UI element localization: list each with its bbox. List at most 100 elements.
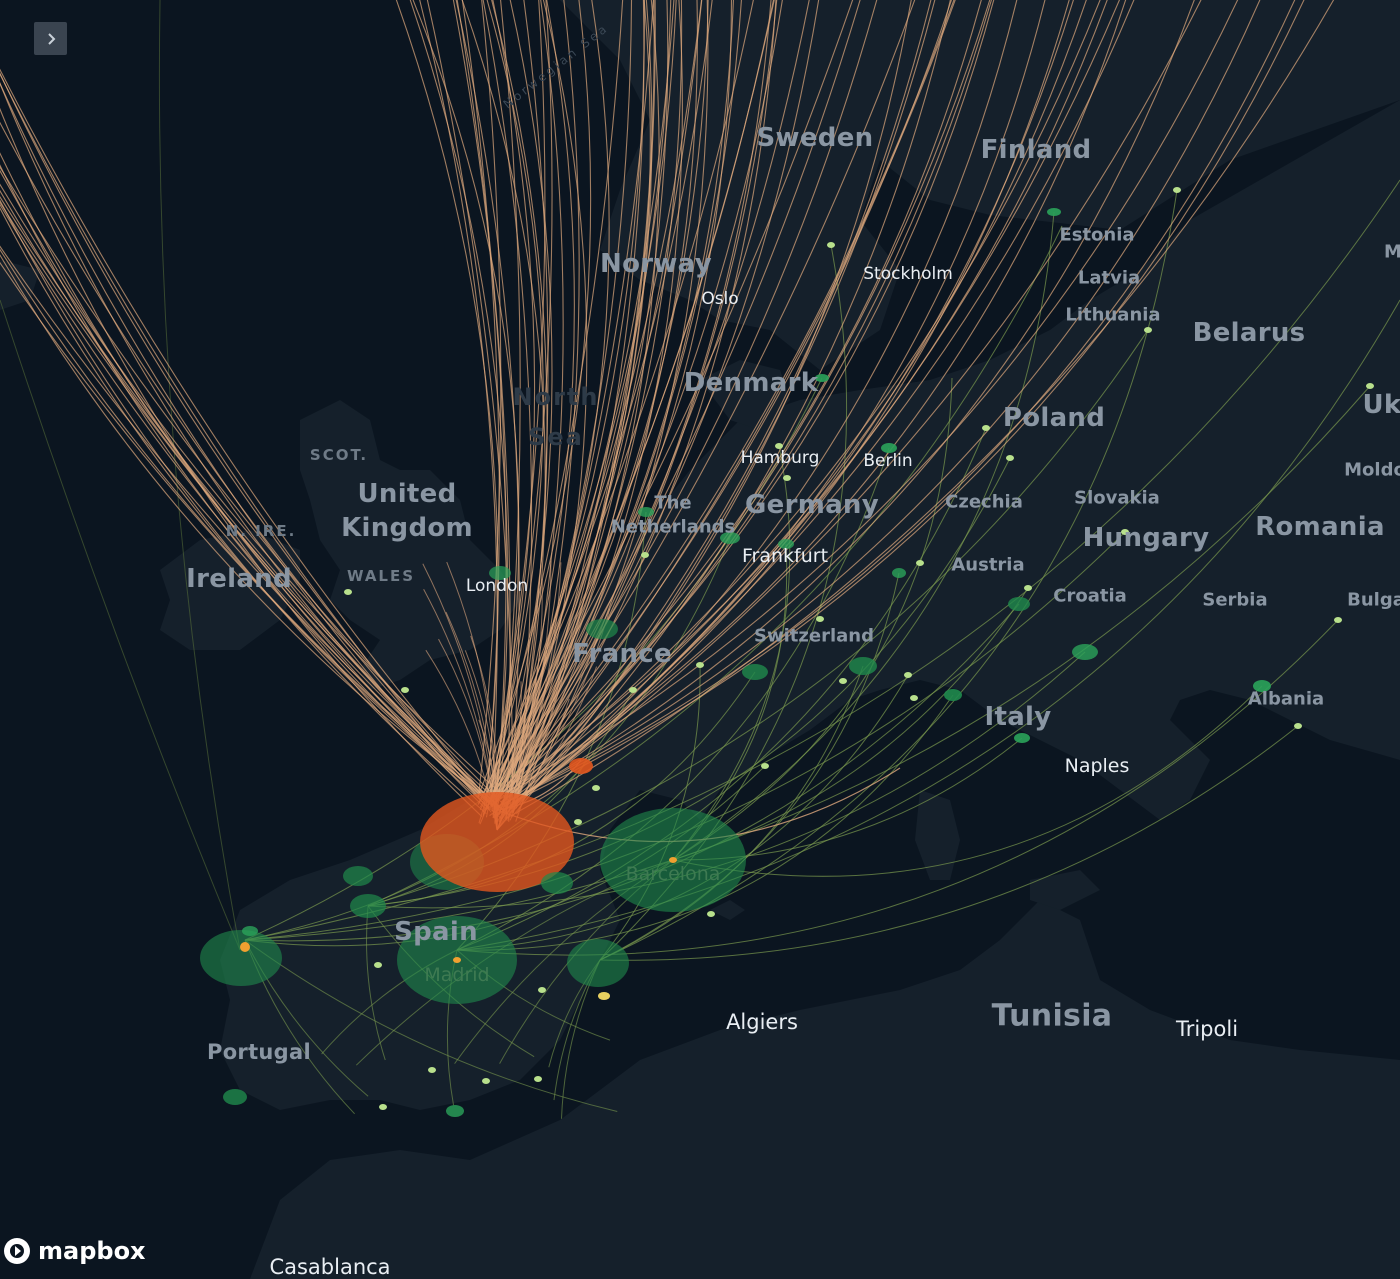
flow-arc-primary xyxy=(395,0,499,817)
node-milan xyxy=(944,689,962,701)
label-m-edge: M xyxy=(1384,241,1400,263)
label-berlin: Berlin xyxy=(863,451,913,471)
label-madrid: Madrid xyxy=(424,964,490,986)
flow-endpoint-dot xyxy=(374,962,382,968)
label-switzerland: Switzerland xyxy=(754,625,874,647)
mapbox-attribution[interactable]: mapbox xyxy=(2,1236,146,1266)
chevron-right-icon xyxy=(47,32,55,45)
label-london: London xyxy=(465,576,529,596)
label-moldova: Moldo xyxy=(1344,459,1400,481)
flow-endpoint-dot xyxy=(816,616,824,622)
mapbox-logo-icon xyxy=(4,1238,30,1264)
node-madrid-center xyxy=(453,957,461,963)
label-italy: Italy xyxy=(984,702,1052,732)
node-lisbon xyxy=(242,926,258,936)
label-the: The xyxy=(654,492,692,514)
label-hungary: Hungary xyxy=(1082,523,1210,553)
flow-layer xyxy=(0,0,1400,1119)
label-oslo: Oslo xyxy=(701,289,739,309)
label-ireland: Ireland xyxy=(186,564,292,594)
label-norway: Norway xyxy=(600,249,712,279)
label-belarus: Belarus xyxy=(1192,318,1306,348)
flow-arc-primary xyxy=(0,73,492,813)
panel-toggle-button[interactable] xyxy=(34,22,67,55)
label-croatia: Croatia xyxy=(1053,585,1127,607)
label-sweden: Sweden xyxy=(756,123,874,153)
flow-endpoint-dot xyxy=(910,695,918,701)
flow-arc-secondary xyxy=(0,299,241,951)
flow-arc-primary xyxy=(0,121,499,812)
flow-arc-secondary xyxy=(672,685,1263,877)
label-sea-north: North xyxy=(512,383,600,411)
node-santander-1 xyxy=(350,894,386,918)
node-santander-2 xyxy=(343,866,373,886)
flow-endpoint-dot xyxy=(574,819,582,825)
label-albania: Albania xyxy=(1247,688,1325,710)
node-alicante xyxy=(598,992,610,1000)
node-valencia xyxy=(567,939,629,987)
label-ukraine: Uk xyxy=(1362,390,1400,420)
flow-arc-primary xyxy=(419,0,498,802)
flow-endpoint-dot xyxy=(916,560,924,566)
flow-endpoint-dot xyxy=(629,687,637,693)
label-naples: Naples xyxy=(1064,755,1130,777)
flow-endpoint-dot xyxy=(1173,187,1181,193)
flow-arc-primary xyxy=(409,0,509,816)
node-zaragoza xyxy=(541,872,573,894)
flow-endpoint-dot xyxy=(1144,327,1152,333)
flow-endpoint-dot xyxy=(982,425,990,431)
label-france: France xyxy=(572,639,672,669)
label-slovakia: Slovakia xyxy=(1074,487,1160,509)
flow-endpoint-dot xyxy=(344,589,352,595)
flow-endpoint-dot xyxy=(783,475,791,481)
flow-endpoint-dot xyxy=(534,1076,542,1082)
mapbox-wordmark: mapbox xyxy=(38,1237,146,1265)
label-n-ireland: N. IRE. xyxy=(225,522,297,540)
node-seville xyxy=(446,1105,464,1117)
flow-endpoint-dot xyxy=(1334,617,1342,623)
flow-arc-primary xyxy=(0,82,493,808)
label-serbia: Serbia xyxy=(1202,589,1268,611)
flow-endpoint-dot xyxy=(827,242,835,248)
map-canvas[interactable]: Norwegian Sea North Sea Sweden Finland N… xyxy=(0,0,1400,1279)
label-czechia: Czechia xyxy=(945,491,1023,513)
flow-endpoint-dot xyxy=(592,785,600,791)
flow-arc-primary xyxy=(0,82,491,811)
label-bulgaria: Bulga xyxy=(1347,589,1400,611)
label-portugal: Portugal xyxy=(207,1040,311,1064)
node-portugal-north xyxy=(200,930,282,986)
node-faro xyxy=(223,1089,247,1105)
node-ljubljana xyxy=(1008,597,1030,611)
label-denmark: Denmark xyxy=(683,368,819,398)
flow-arc-primary xyxy=(0,68,498,810)
label-spain: Spain xyxy=(394,917,478,947)
node-helsinki xyxy=(1047,208,1061,216)
flow-endpoint-dot xyxy=(839,678,847,684)
label-algiers: Algiers xyxy=(726,1010,798,1034)
label-barcelona: Barcelona xyxy=(625,863,721,885)
label-finland: Finland xyxy=(980,135,1092,165)
label-frankfurt: Frankfurt xyxy=(741,545,829,567)
label-estonia: Estonia xyxy=(1059,224,1135,246)
node-brussels xyxy=(638,507,654,517)
node-paris xyxy=(586,619,618,639)
node-bordeaux xyxy=(569,758,593,774)
flow-endpoint-dot xyxy=(707,911,715,917)
flow-endpoint-dot xyxy=(641,552,649,558)
label-scotland: SCOT. xyxy=(309,446,369,464)
label-sea-sea: Sea xyxy=(528,423,584,451)
label-romania: Romania xyxy=(1255,512,1385,542)
flow-arc-primary xyxy=(426,0,513,798)
label-lithuania: Lithuania xyxy=(1065,304,1161,326)
node-rome xyxy=(1014,733,1030,743)
label-latvia: Latvia xyxy=(1077,267,1141,289)
label-netherlands: Netherlands xyxy=(610,516,736,538)
node-oporto xyxy=(240,942,250,952)
flow-endpoint-dot xyxy=(379,1104,387,1110)
label-stockholm: Stockholm xyxy=(863,264,953,284)
label-poland: Poland xyxy=(1002,403,1106,433)
arcs-primary xyxy=(0,0,1335,843)
label-casablanca: Casablanca xyxy=(269,1255,391,1279)
flow-endpoint-dot xyxy=(761,763,769,769)
label-tunisia: Tunisia xyxy=(991,998,1113,1034)
